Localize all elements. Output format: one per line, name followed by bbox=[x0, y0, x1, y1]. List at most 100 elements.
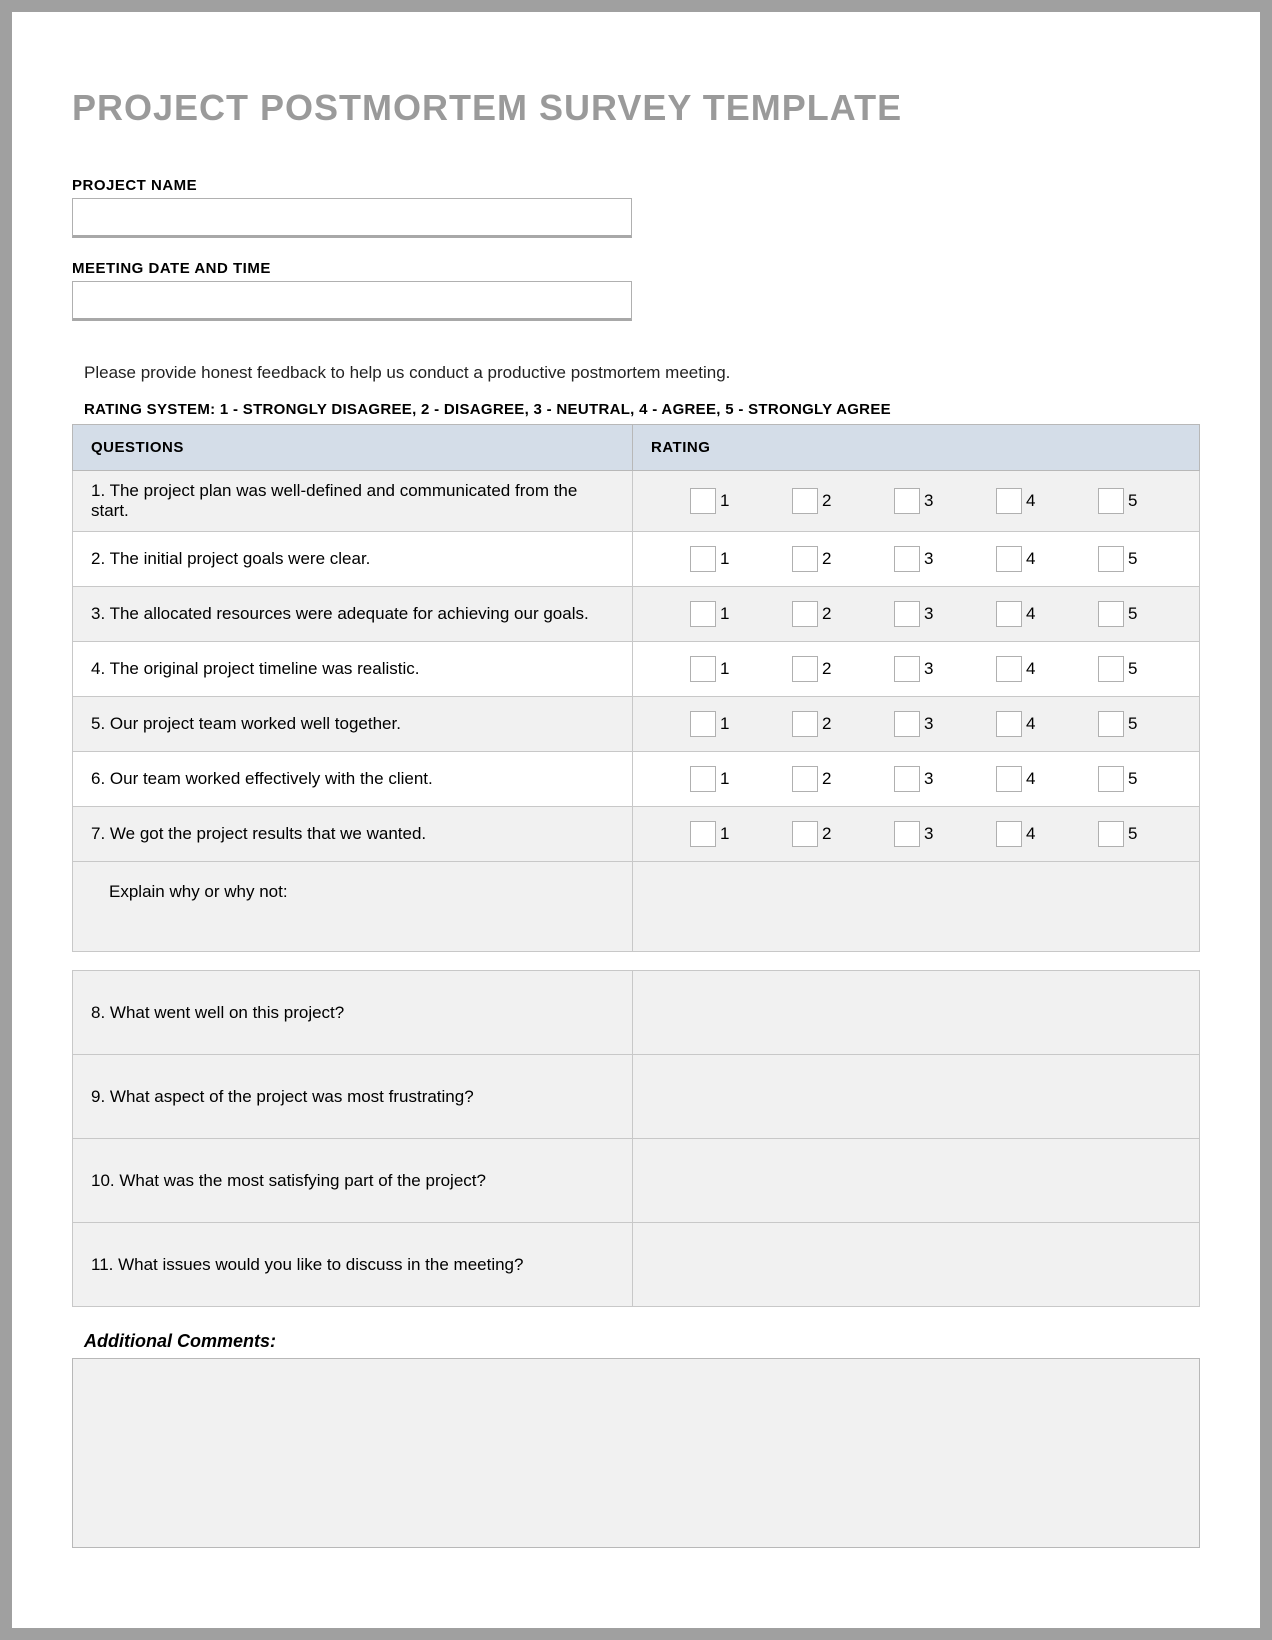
rating-option: 4 bbox=[996, 766, 1040, 792]
open-answer-input[interactable] bbox=[651, 1059, 1181, 1129]
rating-checkbox[interactable] bbox=[1098, 488, 1124, 514]
table-row: 7. We got the project results that we wa… bbox=[73, 807, 1200, 862]
rating-cell: 12345 bbox=[633, 807, 1200, 862]
question-text: 2. The initial project goals were clear. bbox=[73, 532, 633, 587]
table-row: 9. What aspect of the project was most f… bbox=[73, 1055, 1200, 1139]
open-answer-cell bbox=[633, 1055, 1200, 1139]
rating-number: 4 bbox=[1026, 824, 1040, 844]
rating-option: 1 bbox=[690, 766, 734, 792]
rating-checkbox[interactable] bbox=[690, 821, 716, 847]
rating-checkbox[interactable] bbox=[690, 601, 716, 627]
rating-checkbox[interactable] bbox=[792, 711, 818, 737]
rating-number: 2 bbox=[822, 659, 836, 679]
rating-checkbox[interactable] bbox=[996, 656, 1022, 682]
rating-system-legend: RATING SYSTEM: 1 - STRONGLY DISAGREE, 2 … bbox=[84, 401, 1200, 418]
rating-option: 5 bbox=[1098, 601, 1142, 627]
page-title: PROJECT POSTMORTEM SURVEY TEMPLATE bbox=[72, 87, 1200, 129]
rating-number: 1 bbox=[720, 659, 734, 679]
rating-option: 4 bbox=[996, 656, 1040, 682]
rating-checkbox[interactable] bbox=[792, 488, 818, 514]
rating-option: 3 bbox=[894, 821, 938, 847]
rating-number: 4 bbox=[1026, 659, 1040, 679]
rating-checkbox[interactable] bbox=[894, 656, 920, 682]
rating-checkbox[interactable] bbox=[792, 546, 818, 572]
rating-option: 1 bbox=[690, 711, 734, 737]
instructions-text: Please provide honest feedback to help u… bbox=[84, 363, 1200, 383]
rating-number: 5 bbox=[1128, 491, 1142, 511]
rating-number: 4 bbox=[1026, 714, 1040, 734]
open-answer-input[interactable] bbox=[651, 1143, 1181, 1213]
table-row: 4. The original project timeline was rea… bbox=[73, 642, 1200, 697]
rating-cell: 12345 bbox=[633, 697, 1200, 752]
rating-checkbox[interactable] bbox=[894, 711, 920, 737]
open-question-text: 9. What aspect of the project was most f… bbox=[73, 1055, 633, 1139]
document-page: PROJECT POSTMORTEM SURVEY TEMPLATE PROJE… bbox=[12, 12, 1260, 1628]
rating-checkbox[interactable] bbox=[996, 601, 1022, 627]
explain-row: Explain why or why not: bbox=[73, 862, 1200, 952]
rating-cell: 12345 bbox=[633, 642, 1200, 697]
rating-number: 1 bbox=[720, 491, 734, 511]
rating-checkbox[interactable] bbox=[894, 488, 920, 514]
meeting-datetime-input[interactable] bbox=[72, 281, 632, 321]
rating-checkbox[interactable] bbox=[1098, 546, 1124, 572]
rating-option: 3 bbox=[894, 601, 938, 627]
rating-option: 2 bbox=[792, 601, 836, 627]
project-name-field: PROJECT NAME bbox=[72, 177, 1200, 260]
open-question-text: 10. What was the most satisfying part of… bbox=[73, 1139, 633, 1223]
rating-checkbox[interactable] bbox=[792, 656, 818, 682]
rating-number: 4 bbox=[1026, 491, 1040, 511]
comments-input[interactable] bbox=[72, 1358, 1200, 1548]
rating-option: 5 bbox=[1098, 656, 1142, 682]
rating-checkbox[interactable] bbox=[996, 546, 1022, 572]
open-answer-input[interactable] bbox=[651, 975, 1181, 1045]
meeting-datetime-label: MEETING DATE AND TIME bbox=[72, 260, 1200, 277]
rating-checkbox[interactable] bbox=[690, 546, 716, 572]
rating-number: 3 bbox=[924, 714, 938, 734]
rating-checkbox[interactable] bbox=[996, 766, 1022, 792]
rating-option: 3 bbox=[894, 488, 938, 514]
rating-option: 3 bbox=[894, 766, 938, 792]
rating-option: 4 bbox=[996, 711, 1040, 737]
rating-number: 5 bbox=[1128, 714, 1142, 734]
rating-checkbox[interactable] bbox=[894, 601, 920, 627]
rating-checkbox[interactable] bbox=[792, 601, 818, 627]
table-row: 10. What was the most satisfying part of… bbox=[73, 1139, 1200, 1223]
rating-checkbox[interactable] bbox=[792, 766, 818, 792]
rating-checkbox[interactable] bbox=[996, 821, 1022, 847]
rating-number: 2 bbox=[822, 549, 836, 569]
rating-checkbox[interactable] bbox=[690, 656, 716, 682]
explain-answer-cell[interactable] bbox=[633, 862, 1200, 952]
rating-checkbox[interactable] bbox=[792, 821, 818, 847]
rating-checkbox[interactable] bbox=[1098, 656, 1124, 682]
rating-checkbox[interactable] bbox=[1098, 711, 1124, 737]
rating-option: 1 bbox=[690, 488, 734, 514]
rating-checkbox[interactable] bbox=[690, 766, 716, 792]
rating-number: 2 bbox=[822, 491, 836, 511]
rating-number: 4 bbox=[1026, 549, 1040, 569]
rating-checkbox[interactable] bbox=[894, 766, 920, 792]
table-row: 11. What issues would you like to discus… bbox=[73, 1223, 1200, 1307]
project-name-input[interactable] bbox=[72, 198, 632, 238]
rating-checkbox[interactable] bbox=[1098, 766, 1124, 792]
open-answer-input[interactable] bbox=[651, 1227, 1181, 1297]
rating-header: RATING bbox=[633, 425, 1200, 471]
rating-number: 3 bbox=[924, 769, 938, 789]
rating-checkbox[interactable] bbox=[1098, 821, 1124, 847]
rating-checkbox[interactable] bbox=[690, 711, 716, 737]
questions-header: QUESTIONS bbox=[73, 425, 633, 471]
meeting-datetime-field: MEETING DATE AND TIME bbox=[72, 260, 1200, 343]
rating-checkbox[interactable] bbox=[894, 821, 920, 847]
rating-checkbox[interactable] bbox=[996, 711, 1022, 737]
rating-checkbox[interactable] bbox=[690, 488, 716, 514]
rating-option: 5 bbox=[1098, 821, 1142, 847]
rating-number: 3 bbox=[924, 491, 938, 511]
question-text: 3. The allocated resources were adequate… bbox=[73, 587, 633, 642]
rating-checkbox[interactable] bbox=[996, 488, 1022, 514]
rating-checkbox[interactable] bbox=[1098, 601, 1124, 627]
question-text: 5. Our project team worked well together… bbox=[73, 697, 633, 752]
rating-checkbox[interactable] bbox=[894, 546, 920, 572]
rating-number: 3 bbox=[924, 549, 938, 569]
question-text: 7. We got the project results that we wa… bbox=[73, 807, 633, 862]
question-text: 6. Our team worked effectively with the … bbox=[73, 752, 633, 807]
rating-number: 5 bbox=[1128, 769, 1142, 789]
